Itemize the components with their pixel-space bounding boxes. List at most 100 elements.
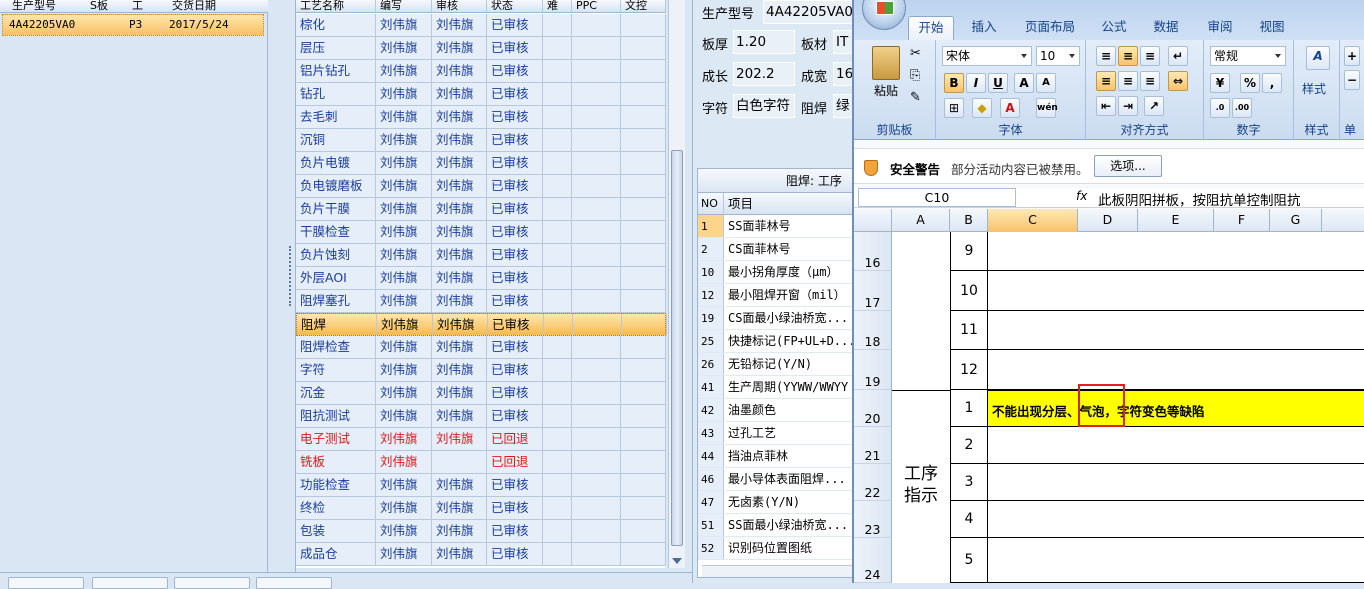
align-middle-icon[interactable]: ≡ — [1118, 46, 1138, 66]
row-header[interactable]: 20 — [854, 390, 892, 427]
col-item[interactable]: 项目 — [728, 193, 753, 215]
cell-b[interactable]: 1 — [950, 390, 988, 427]
scroll-down-arrow-icon[interactable] — [672, 558, 682, 564]
process-row[interactable]: 包装 刘伟旗 刘伟旗 已审核 — [296, 520, 666, 543]
font-color-icon[interactable]: A — [1000, 98, 1020, 118]
process-row[interactable]: 终检 刘伟旗 刘伟旗 已审核 — [296, 497, 666, 520]
process-row[interactable]: 负片干膜 刘伟旗 刘伟旗 已审核 — [296, 198, 666, 221]
cell-c-merged[interactable] — [988, 427, 1364, 464]
styles-label[interactable]: 样式 — [1302, 80, 1326, 97]
italic-icon[interactable]: I — [966, 73, 986, 93]
process-row[interactable]: 沉金 刘伟旗 刘伟旗 已审核 — [296, 382, 666, 405]
solder-field[interactable]: 绿 — [833, 94, 853, 118]
process-row[interactable]: 电子测试 刘伟旗 刘伟旗 已回退 — [296, 428, 666, 451]
row-header[interactable]: 19 — [854, 350, 892, 390]
model-field[interactable]: 4A42205VA0 — [763, 0, 853, 24]
col-sboard[interactable]: S板 — [90, 0, 108, 11]
cell-b[interactable]: 10 — [950, 271, 988, 311]
align-top-icon[interactable]: ≡ — [1096, 46, 1116, 66]
process-row[interactable]: 阻抗测试 刘伟旗 刘伟旗 已审核 — [296, 405, 666, 428]
process-row[interactable]: 负片蚀刻 刘伟旗 刘伟旗 已审核 — [296, 244, 666, 267]
col-difficulty[interactable]: 难 — [543, 0, 572, 12]
splitter[interactable] — [268, 0, 296, 572]
currency-icon[interactable]: ¥ — [1210, 73, 1230, 93]
borders-icon[interactable]: ⊞ — [944, 98, 964, 118]
item-row[interactable]: 52 识别码位置图纸 — [698, 537, 856, 560]
cell-c-merged[interactable] — [988, 501, 1364, 538]
cell-b[interactable]: 5 — [950, 538, 988, 583]
process-row[interactable]: 棕化 刘伟旗 刘伟旗 已审核 — [296, 14, 666, 37]
cell-b[interactable]: 4 — [950, 501, 988, 538]
increase-indent-icon[interactable]: ⇥ — [1118, 96, 1138, 116]
wrap-text-icon[interactable]: ↵ — [1168, 46, 1188, 66]
cell-b[interactable]: 11 — [950, 311, 988, 350]
col-header-d[interactable]: D — [1078, 209, 1138, 232]
styles-icon[interactable]: A — [1306, 46, 1330, 70]
paste-icon[interactable] — [872, 46, 900, 80]
align-right-icon[interactable]: ≡ — [1140, 71, 1160, 91]
options-button[interactable]: 选项... — [1094, 155, 1162, 177]
fx-icon[interactable]: fx — [1076, 189, 1087, 203]
process-row[interactable]: 阻焊检查 刘伟旗 刘伟旗 已审核 — [296, 336, 666, 359]
process-row[interactable]: 层压 刘伟旗 刘伟旗 已审核 — [296, 37, 666, 60]
insert-cells-icon[interactable]: + — [1344, 46, 1360, 66]
col-reviewer[interactable]: 审核 — [432, 0, 487, 12]
cell-c-merged[interactable] — [988, 271, 1364, 311]
process-row[interactable]: 去毛刺 刘伟旗 刘伟旗 已审核 — [296, 106, 666, 129]
cell-b[interactable]: 12 — [950, 350, 988, 390]
toolbar-button-2[interactable] — [92, 577, 168, 589]
tab-home[interactable]: 开始 — [908, 16, 954, 40]
copy-icon[interactable]: ⎘ — [910, 68, 920, 83]
item-row[interactable]: 47 无卤素(Y/N) — [698, 491, 856, 514]
col-header-e[interactable]: E — [1138, 209, 1214, 232]
process-row[interactable]: 成品仓 刘伟旗 刘伟旗 已审核 — [296, 543, 666, 566]
scrollbar-thumb[interactable] — [671, 150, 683, 546]
col-header-c[interactable]: C — [988, 209, 1078, 232]
thickness-field[interactable]: 1.20 — [733, 30, 795, 54]
bold-icon[interactable]: B — [944, 73, 964, 93]
font-size-dropdown[interactable]: 10 — [1036, 46, 1080, 66]
col-process-name[interactable]: 工艺名称 — [296, 0, 376, 12]
toolbar-button-4[interactable] — [256, 577, 332, 589]
align-left-icon[interactable]: ≡ — [1096, 71, 1116, 91]
merged-cell-a[interactable]: 工序 指示 — [892, 390, 950, 583]
cell-c-merged[interactable] — [988, 464, 1364, 501]
select-all-corner[interactable] — [854, 209, 892, 232]
order-row[interactable]: 4A42205VA0 P3 2017/5/24 — [2, 14, 264, 36]
tab-formulas[interactable]: 公式 — [1094, 16, 1134, 40]
length-field[interactable]: 202.2 — [733, 62, 795, 86]
col-header-h[interactable] — [1322, 209, 1364, 232]
align-center-icon[interactable]: ≡ — [1118, 71, 1138, 91]
col-doc-control[interactable]: 文控 — [621, 0, 666, 12]
process-row[interactable]: 干膜检查 刘伟旗 刘伟旗 已审核 — [296, 221, 666, 244]
item-row[interactable]: 19 CS面最小绿油桥宽... — [698, 307, 856, 330]
number-format-dropdown[interactable]: 常规 — [1210, 46, 1286, 66]
decrease-indent-icon[interactable]: ⇤ — [1096, 96, 1116, 116]
item-row[interactable]: 41 生产周期(YYWW/WWYY — [698, 376, 856, 399]
cut-icon[interactable]: ✂ — [910, 46, 921, 61]
cell-c-merged[interactable] — [988, 311, 1364, 350]
decrease-decimal-icon[interactable]: .00 — [1232, 98, 1252, 118]
process-row[interactable]: 钻孔 刘伟旗 刘伟旗 已审核 — [296, 83, 666, 106]
items-hscrollbar[interactable] — [702, 565, 854, 577]
row-header[interactable]: 17 — [854, 271, 892, 311]
worksheet-grid[interactable]: 16 9 17 10 18 11 19 12 20 1 21 2 22 3 23 4 24 5 工序 指示 不能出现… — [854, 232, 1364, 583]
align-bottom-icon[interactable]: ≡ — [1140, 46, 1160, 66]
delete-cells-icon[interactable]: − — [1344, 70, 1360, 90]
process-row[interactable]: 沉铜 刘伟旗 刘伟旗 已审核 — [296, 129, 666, 152]
tab-view[interactable]: 视图 — [1252, 16, 1292, 40]
item-row[interactable]: 2 CS面菲林号 — [698, 238, 856, 261]
row-header[interactable]: 22 — [854, 464, 892, 501]
cell-c-merged[interactable] — [988, 232, 1364, 271]
format-painter-icon[interactable]: ✎ — [910, 90, 921, 105]
col-header-f[interactable]: F — [1214, 209, 1270, 232]
col-status[interactable]: 状态 — [487, 0, 543, 12]
col-header-g[interactable]: G — [1270, 209, 1322, 232]
process-grid-scrollbar[interactable] — [668, 0, 685, 568]
comma-icon[interactable]: , — [1262, 73, 1282, 93]
fill-color-icon[interactable]: ◆ — [972, 98, 992, 118]
width-field[interactable]: 16 — [833, 62, 853, 86]
process-row[interactable]: 铣板 刘伟旗 已回退 — [296, 451, 666, 474]
percent-icon[interactable]: % — [1240, 73, 1260, 93]
process-row[interactable]: 负电镀磨板 刘伟旗 刘伟旗 已审核 — [296, 175, 666, 198]
